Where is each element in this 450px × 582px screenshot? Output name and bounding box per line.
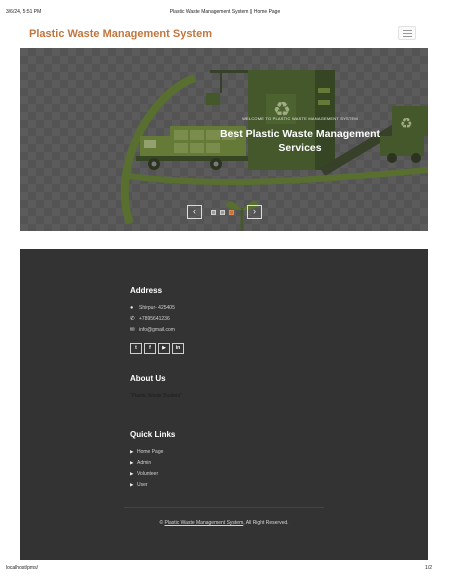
carousel-indicators	[211, 210, 245, 215]
quick-link-label: User	[137, 482, 148, 488]
caret-right-icon: ▶	[130, 460, 134, 465]
copyright-suffix: , All Right Reserved.	[243, 520, 289, 526]
address-phone: ✆ +7895641236	[130, 316, 170, 322]
phone-icon: ✆	[130, 316, 135, 322]
quick-links-heading: Quick Links	[130, 430, 176, 439]
quick-link-label: Home Page	[137, 449, 164, 455]
quick-link-label: Admin	[137, 460, 152, 466]
site-footer: Address ● Shirpur- 425405 ✆ +7895641236 ✉ i…	[20, 249, 428, 560]
caret-right-icon: ▶	[130, 482, 134, 487]
address-phone-text: +7895641236	[139, 316, 170, 322]
about-heading: About Us	[130, 374, 166, 383]
about-text: "Plastic Waste Busters"	[130, 393, 182, 399]
youtube-icon[interactable]: ▶	[158, 343, 170, 354]
address-email-text: info@gmail.com	[139, 327, 175, 333]
brand-logo-text[interactable]: Plastic Waste Management System	[29, 28, 212, 40]
caret-right-icon: ▶	[130, 471, 134, 476]
quick-link-admin[interactable]: ▶ Admin	[130, 460, 151, 466]
hero-eyebrow: WELCOME TO PLASTIC WASTE MANAGEMENT SYST…	[242, 116, 358, 121]
print-url: localhost/pms/	[6, 565, 38, 571]
copyright: © Plastic Waste Management System, All R…	[20, 520, 428, 526]
carousel-dot-2[interactable]	[220, 210, 225, 215]
address-email: ✉ info@gmail.com	[130, 327, 175, 333]
map-marker-icon: ●	[130, 305, 134, 311]
carousel-dot-3-active[interactable]	[229, 210, 234, 215]
navbar: Plastic Waste Management System	[20, 22, 428, 46]
chevron-left-icon[interactable]: ‹	[187, 205, 202, 219]
address-location: ● Shirpur- 425405	[130, 305, 175, 311]
twitter-icon[interactable]: t	[130, 343, 142, 354]
quick-link-user[interactable]: ▶ User	[130, 482, 148, 488]
quick-link-label: Volunteer	[137, 471, 159, 477]
print-page-title: Plastic Waste Management System || Home …	[169, 9, 281, 15]
copyright-symbol: ©	[159, 520, 164, 526]
copyright-link[interactable]: Plastic Waste Management System	[165, 520, 244, 526]
hero-title: Best Plastic Waste Management Services	[219, 128, 381, 154]
hamburger-icon[interactable]	[398, 26, 416, 40]
envelope-icon: ✉	[130, 327, 135, 333]
footer-divider	[124, 507, 324, 508]
address-location-text: Shirpur- 425405	[139, 305, 175, 311]
address-heading: Address	[130, 286, 163, 295]
chevron-right-icon[interactable]: ›	[247, 205, 262, 219]
hero-carousel: ♻ ♻ WELCOME TO PLASTIC WASTE MANAGEMENT …	[20, 48, 428, 231]
quick-link-volunteer[interactable]: ▶ Volunteer	[130, 471, 158, 477]
linkedin-icon[interactable]: in	[172, 343, 184, 354]
carousel-dot-1[interactable]	[211, 210, 216, 215]
quick-link-home[interactable]: ▶ Home Page	[130, 449, 163, 455]
print-header: 3/6/24, 5:51 PM Plastic Waste Management…	[0, 0, 450, 20]
caret-right-icon: ▶	[130, 449, 134, 454]
facebook-icon[interactable]: f	[144, 343, 156, 354]
print-page-number: 1/2	[425, 565, 432, 571]
